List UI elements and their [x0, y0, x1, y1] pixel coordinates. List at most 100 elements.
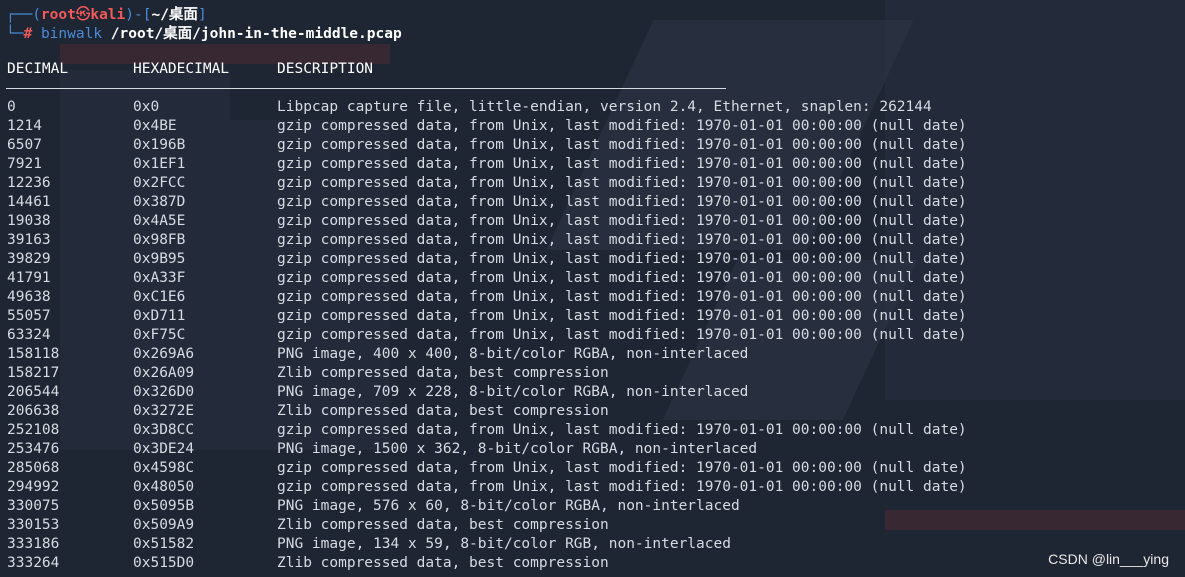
hex-cell: 0x326D0: [133, 384, 195, 400]
description-cell: Libpcap capture file, little-endian, ver…: [277, 99, 932, 115]
table-row: 253476 0x3DE24 PNG image, 1500 x 362, 8-bi…: [0, 440, 1185, 459]
decimal-cell: 39829: [7, 251, 51, 267]
decimal-cell: 6507: [7, 137, 42, 153]
decimal-cell: 158217: [7, 365, 60, 381]
hex-cell: 0xA33F: [133, 270, 186, 286]
decimal-cell: 330075: [7, 498, 60, 514]
hex-cell: 0x509A9: [133, 517, 195, 533]
decimal-cell: 55057: [7, 308, 51, 324]
hex-cell: 0x196B: [133, 137, 186, 153]
table-row: 158118 0x269A6 PNG image, 400 x 400, 8-bit…: [0, 345, 1185, 364]
prompt-cwd: ~/桌面: [151, 7, 198, 23]
table-row: 252108 0x3D8CC gzip compressed data, from …: [0, 421, 1185, 440]
hex-cell: 0xC1E6: [133, 289, 186, 305]
hex-cell: 0xD711: [133, 308, 186, 324]
table-row: 63324 0xF75C gzip compressed data, from Un…: [0, 326, 1185, 345]
hex-cell: 0x3272E: [133, 403, 195, 419]
header-hexadecimal: HEXADECIMAL: [133, 61, 230, 77]
hex-cell: 0x3D8CC: [133, 422, 195, 438]
description-cell: Zlib compressed data, best compression: [277, 517, 609, 533]
table-row: 333264 0x515D0 Zlib compressed data, best …: [0, 554, 1185, 573]
table-row: 14461 0x387D gzip compressed data, from Un…: [0, 193, 1185, 212]
description-cell: gzip compressed data, from Unix, last mo…: [277, 289, 967, 305]
description-cell: gzip compressed data, from Unix, last mo…: [277, 422, 967, 438]
table-row: 39163 0x98FB gzip compressed data, from Un…: [0, 231, 1185, 250]
hex-cell: 0x515D0: [133, 555, 195, 571]
hex-cell: 0x4598C: [133, 460, 195, 476]
command-argument: /root/桌面/john-in-the-middle.pcap: [110, 26, 402, 42]
description-cell: gzip compressed data, from Unix, last mo…: [277, 213, 967, 229]
table-row: 158217 0x26A09 Zlib compressed data, best …: [0, 364, 1185, 383]
hex-cell: 0x3DE24: [133, 441, 195, 457]
decimal-cell: 294992: [7, 479, 60, 495]
table-row: 6507 0x196B gzip compressed data, from Uni…: [0, 136, 1185, 155]
hex-cell: 0x9B95: [133, 251, 186, 267]
hex-cell: 0x4A5E: [133, 213, 186, 229]
header-description: DESCRIPTION: [277, 61, 374, 77]
decimal-cell: 333264: [7, 555, 60, 571]
description-cell: gzip compressed data, from Unix, last mo…: [277, 479, 967, 495]
decimal-cell: 49638: [7, 289, 51, 305]
decimal-cell: 19038: [7, 213, 51, 229]
decimal-cell: 41791: [7, 270, 51, 286]
header-decimal: DECIMAL: [7, 61, 69, 77]
hex-cell: 0x1EF1: [133, 156, 186, 172]
decimal-cell: 252108: [7, 422, 60, 438]
decimal-cell: 333186: [7, 536, 60, 552]
description-cell: gzip compressed data, from Unix, last mo…: [277, 251, 967, 267]
command-name: binwalk: [40, 26, 103, 42]
decimal-cell: 63324: [7, 327, 51, 343]
table-row: 1214 0x4BE gzip compressed data, from Unix…: [0, 117, 1185, 136]
hex-cell: 0x0: [133, 99, 160, 115]
header-divider: [6, 88, 726, 89]
decimal-cell: 1214: [7, 118, 42, 134]
table-row: 333186 0x51582 PNG image, 134 x 59, 8-bit/…: [0, 535, 1185, 554]
terminal-window[interactable]: ┌──(root㉿kali)-[~/桌面] └─# binwalk /root/…: [0, 0, 1185, 577]
description-cell: gzip compressed data, from Unix, last mo…: [277, 327, 967, 343]
table-row: 55057 0xD711 gzip compressed data, from Un…: [0, 307, 1185, 326]
hex-cell: 0x26A09: [133, 365, 195, 381]
hex-cell: 0x387D: [133, 194, 186, 210]
prompt-host: kali: [90, 7, 126, 23]
table-row: 330153 0x509A9 Zlib compressed data, best …: [0, 516, 1185, 535]
output-header: DECIMAL HEXADECIMAL DESCRIPTION: [0, 61, 1185, 81]
description-cell: gzip compressed data, from Unix, last mo…: [277, 194, 967, 210]
description-cell: gzip compressed data, from Unix, last mo…: [277, 156, 967, 172]
table-row: 285068 0x4598C gzip compressed data, from …: [0, 459, 1185, 478]
hex-cell: 0x5095B: [133, 498, 195, 514]
csdn-watermark: CSDN @lin___ying: [1048, 551, 1169, 567]
table-row: 0 0x0 Libpcap capture file, little-endian,…: [0, 98, 1185, 117]
description-cell: gzip compressed data, from Unix, last mo…: [277, 308, 967, 324]
table-row: 7921 0x1EF1 gzip compressed data, from Uni…: [0, 155, 1185, 174]
prompt-hash: #: [23, 26, 33, 42]
description-cell: gzip compressed data, from Unix, last mo…: [277, 232, 967, 248]
decimal-cell: 39163: [7, 232, 51, 248]
description-cell: gzip compressed data, from Unix, last mo…: [277, 270, 967, 286]
hex-cell: 0x48050: [133, 479, 195, 495]
table-row: 12236 0x2FCC gzip compressed data, from Un…: [0, 174, 1185, 193]
decimal-cell: 7921: [7, 156, 42, 172]
decimal-cell: 12236: [7, 175, 51, 191]
prompt-line-2: └─# binwalk /root/桌面/john-in-the-middle.…: [6, 26, 402, 42]
table-row: 49638 0xC1E6 gzip compressed data, from Un…: [0, 288, 1185, 307]
hex-cell: 0x51582: [133, 536, 195, 552]
decimal-cell: 158118: [7, 346, 60, 362]
description-cell: gzip compressed data, from Unix, last mo…: [277, 175, 967, 191]
description-cell: PNG image, 709 x 228, 8-bit/color RGBA, …: [277, 384, 749, 400]
description-cell: Zlib compressed data, best compression: [277, 555, 609, 571]
table-row: 330075 0x5095B PNG image, 576 x 60, 8-bit/…: [0, 497, 1185, 516]
hex-cell: 0x4BE: [133, 118, 177, 134]
decimal-cell: 0: [7, 99, 16, 115]
decimal-cell: 206544: [7, 384, 60, 400]
kali-skull-icon: ㉿: [75, 7, 91, 23]
description-cell: gzip compressed data, from Unix, last mo…: [277, 137, 967, 153]
hex-cell: 0x2FCC: [133, 175, 186, 191]
prompt-line-1: ┌──(root㉿kali)-[~/桌面]: [6, 7, 207, 23]
description-cell: PNG image, 576 x 60, 8-bit/color RGBA, n…: [277, 498, 740, 514]
decimal-cell: 206638: [7, 403, 60, 419]
description-cell: PNG image, 134 x 59, 8-bit/color RGB, no…: [277, 536, 731, 552]
decimal-cell: 285068: [7, 460, 60, 476]
hex-cell: 0x98FB: [133, 232, 186, 248]
hex-cell: 0x269A6: [133, 346, 195, 362]
hex-cell: 0xF75C: [133, 327, 186, 343]
